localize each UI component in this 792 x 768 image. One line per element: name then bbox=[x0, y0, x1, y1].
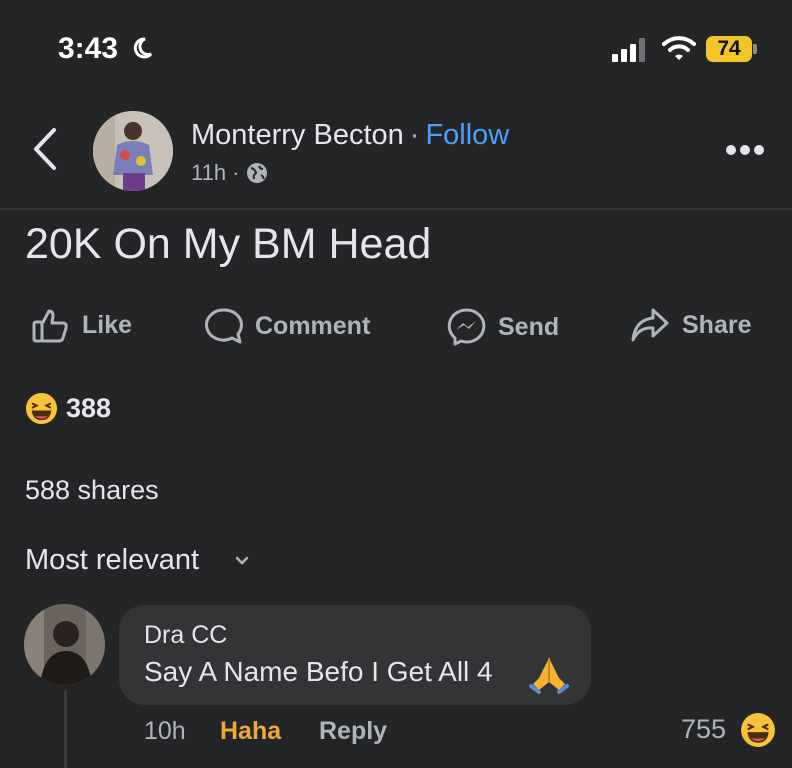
thread-line bbox=[64, 690, 67, 768]
comment-text: Say A Name Befo I Get All 4 bbox=[144, 656, 493, 687]
commenter-avatar-image bbox=[24, 604, 105, 685]
more-options-icon[interactable] bbox=[725, 143, 765, 157]
post-text: 20K On My BM Head bbox=[25, 220, 432, 268]
comment-label: Comment bbox=[255, 311, 371, 340]
haha-emoji-icon[interactable] bbox=[740, 712, 776, 748]
battery-tip bbox=[753, 44, 757, 54]
comment-sort-dropdown[interactable]: Most relevant bbox=[25, 544, 199, 577]
comment-icon bbox=[205, 308, 243, 344]
signal-icon bbox=[612, 38, 645, 62]
messenger-icon bbox=[447, 308, 486, 346]
back-icon[interactable] bbox=[30, 126, 60, 172]
wifi-icon bbox=[662, 36, 696, 60]
author-name[interactable]: Monterry Becton bbox=[191, 119, 404, 151]
send-button[interactable]: Send bbox=[446, 307, 559, 347]
comment-haha-button[interactable]: Haha bbox=[220, 717, 281, 746]
comment-time: 10h bbox=[144, 717, 186, 745]
reaction-count[interactable]: 388 bbox=[66, 393, 111, 424]
follow-button[interactable]: Follow bbox=[425, 119, 509, 151]
haha-emoji-icon[interactable] bbox=[25, 392, 58, 425]
avatar-image bbox=[93, 111, 173, 191]
share-button[interactable]: Share bbox=[630, 307, 751, 343]
moon-icon bbox=[133, 37, 153, 59]
post-meta: 11h · bbox=[191, 160, 268, 186]
post-time[interactable]: 11h · bbox=[191, 160, 240, 186]
name-separator: · bbox=[409, 119, 420, 151]
like-button[interactable]: Like bbox=[32, 307, 132, 343]
comment-bubble[interactable] bbox=[119, 605, 591, 705]
author-line: Monterry Becton · Follow bbox=[191, 119, 509, 152]
globe-icon bbox=[246, 163, 267, 183]
like-label: Like bbox=[82, 310, 133, 339]
share-icon bbox=[631, 308, 669, 342]
header-divider bbox=[0, 208, 792, 210]
battery-indicator: 74 bbox=[706, 36, 752, 62]
comment-button[interactable]: Comment bbox=[203, 307, 370, 345]
send-label: Send bbox=[498, 312, 560, 341]
share-label: Share bbox=[682, 310, 752, 339]
pray-icon bbox=[529, 658, 569, 694]
comment-reply-button[interactable]: Reply bbox=[319, 717, 387, 746]
shares-count[interactable]: 588 shares bbox=[25, 475, 159, 506]
status-time: 3:43 bbox=[58, 32, 119, 65]
comment-author[interactable]: Dra CC bbox=[144, 621, 227, 650]
author-avatar[interactable] bbox=[93, 111, 173, 191]
chevron-down-icon[interactable] bbox=[235, 556, 249, 566]
like-icon bbox=[32, 309, 68, 343]
comment-reaction-count[interactable]: 755 bbox=[681, 714, 726, 745]
commenter-avatar[interactable] bbox=[24, 604, 105, 685]
